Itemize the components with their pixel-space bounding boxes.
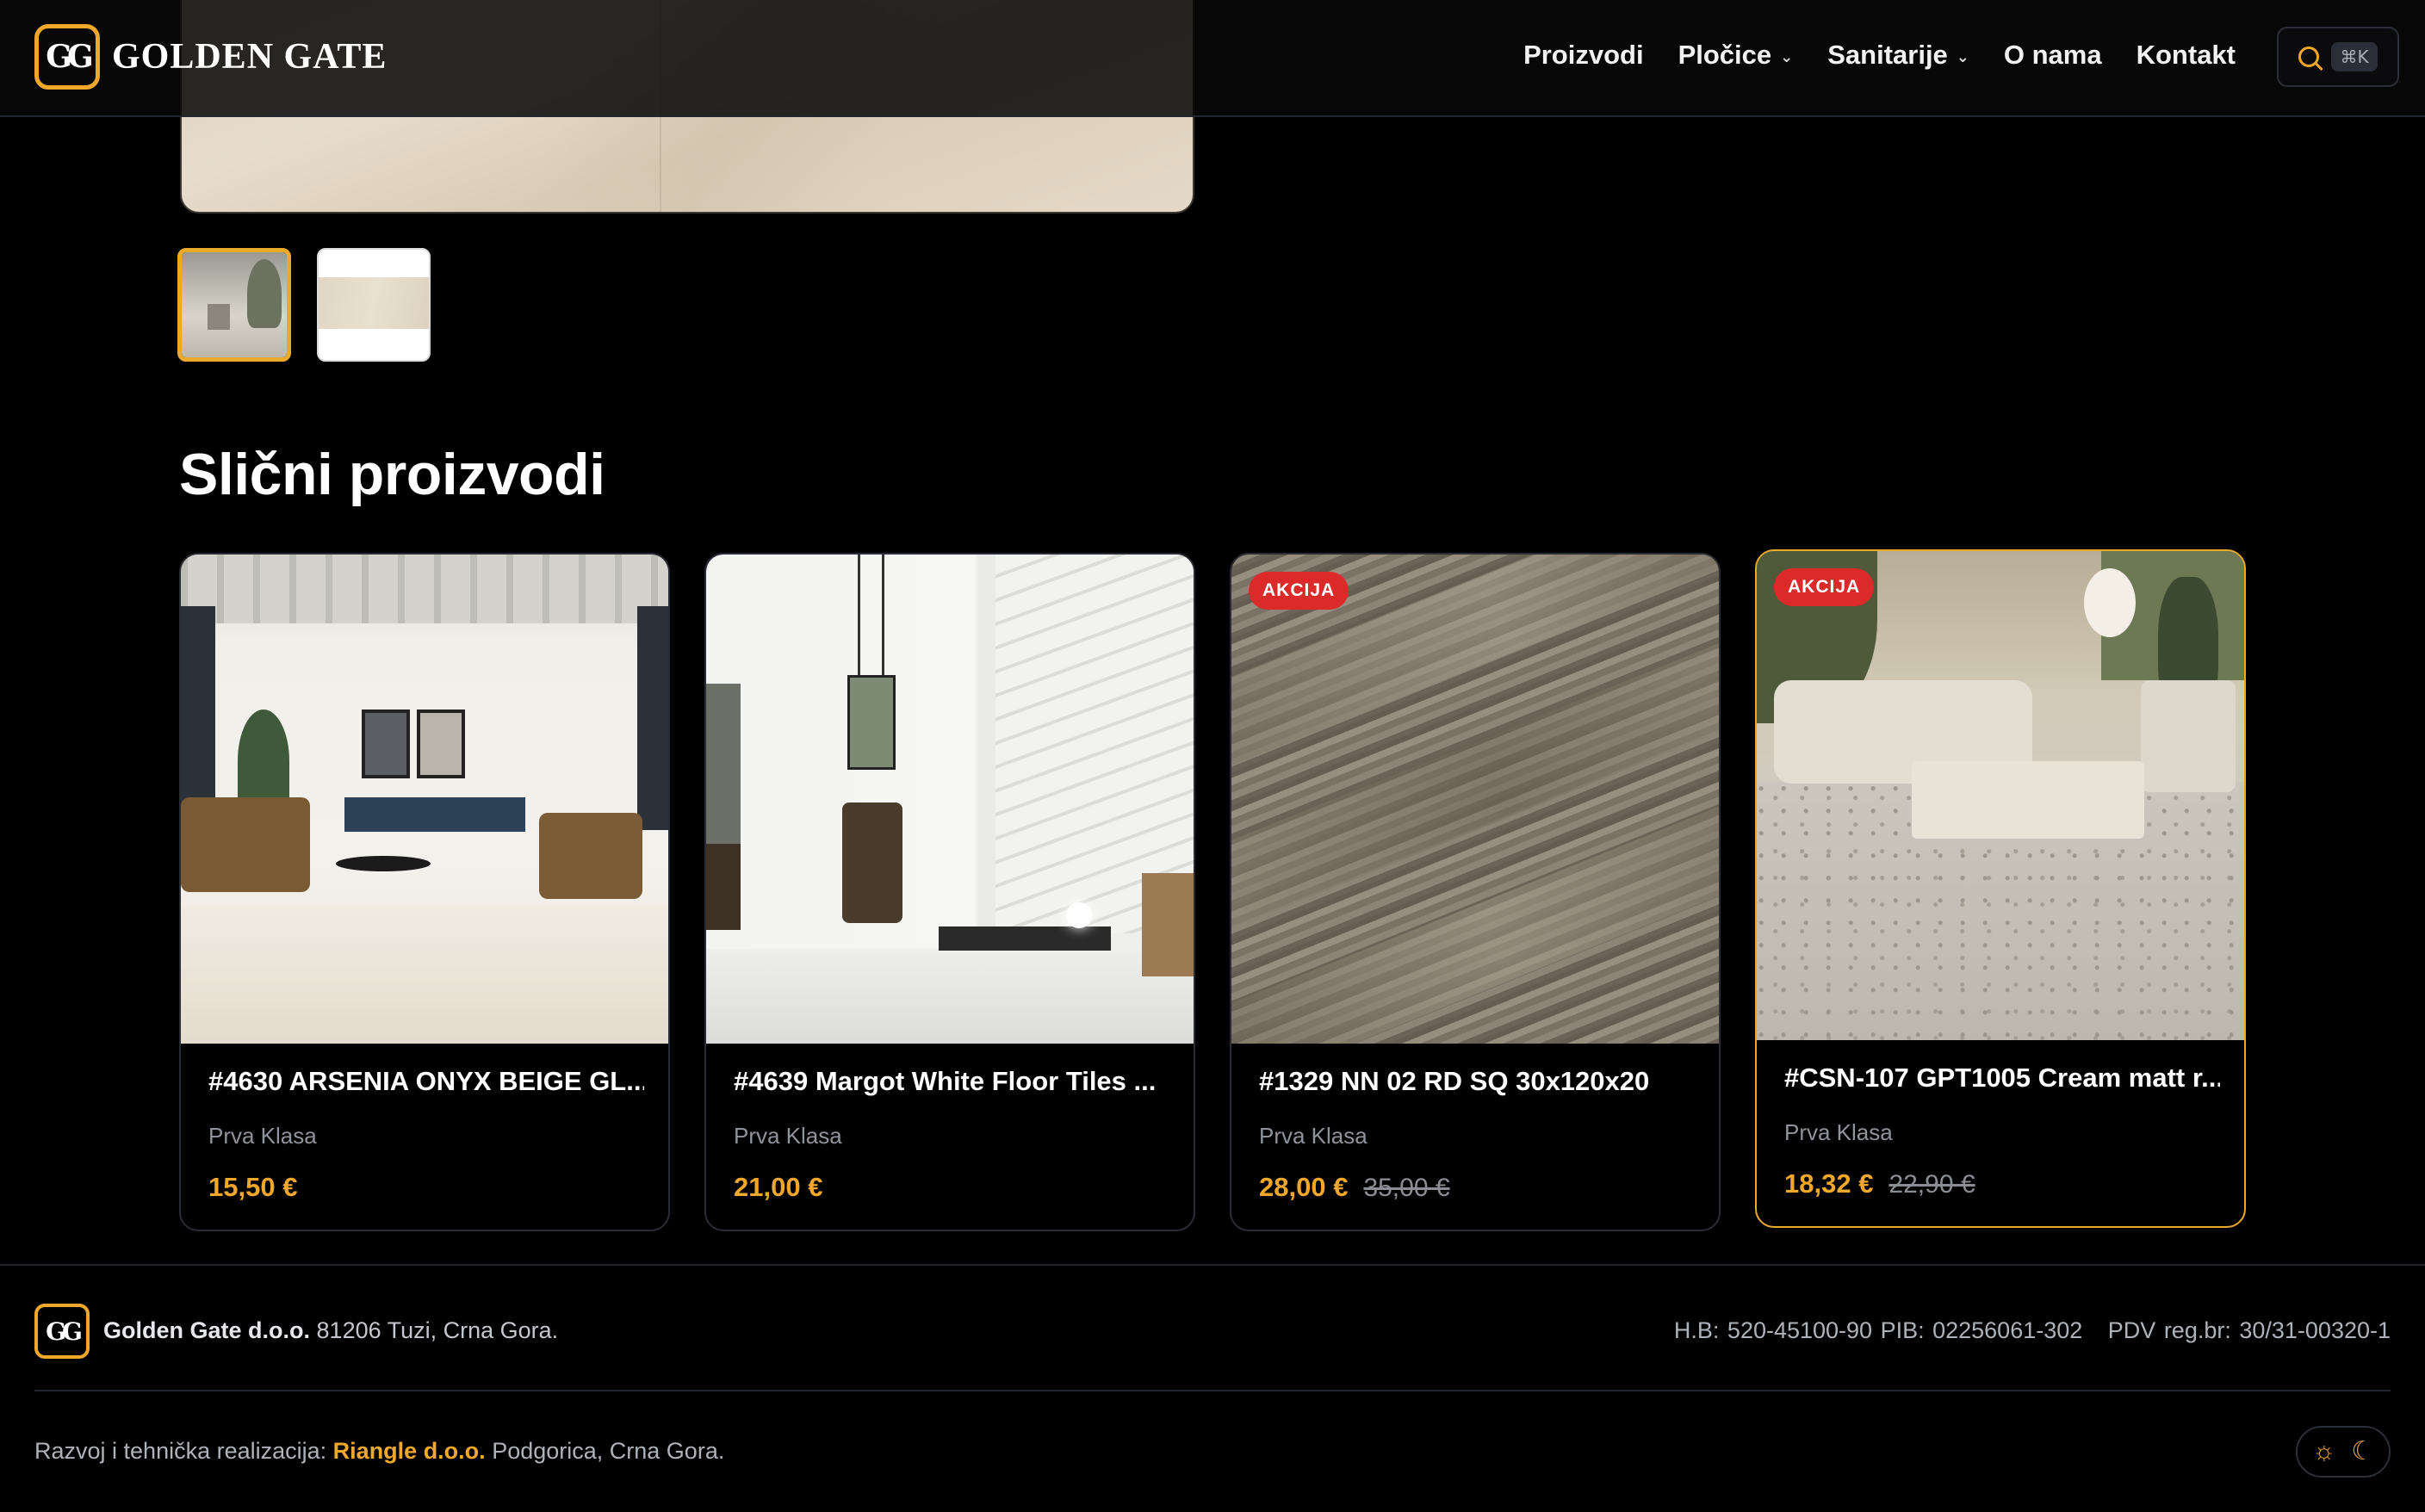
keyboard-shortcut-badge: ⌘K — [2331, 42, 2378, 71]
footer-logo-icon[interactable]: GG — [34, 1304, 90, 1359]
chevron-down-icon: ⌄ — [1956, 47, 1969, 65]
credit-suffix: Podgorica, Crna Gora. — [492, 1438, 725, 1464]
nav-sanitarije[interactable]: Sanitarije ⌄ — [1827, 40, 1969, 71]
moon-icon[interactable]: ☾ — [2351, 1439, 2374, 1465]
nav-label: Pločice — [1678, 40, 1772, 70]
product-price: 15,50 € — [208, 1172, 298, 1202]
product-image — [706, 555, 1194, 1044]
similar-products-title: Slični proizvodi — [179, 442, 605, 507]
credit-prefix: Razvoj i tehnička realizacija: — [34, 1438, 327, 1464]
product-price: 21,00 € — [734, 1172, 823, 1202]
product-name[interactable]: #4630 ARSENIA ONYX BEIGE GL... — [208, 1066, 644, 1097]
legal-pdv: PDV reg.br: 30/31-00320-1 — [2107, 1317, 2391, 1343]
footer-divider — [34, 1390, 2391, 1391]
product-class: Prva Klasa — [734, 1123, 842, 1149]
legal-hb-pib: H.B: 520-45100-90 PIB: 02256061-302 — [1673, 1317, 2083, 1343]
thumbnail-strip — [177, 248, 431, 362]
product-card[interactable]: AKCIJA #1329 NN 02 RD SQ 30x120x20 Prva … — [1230, 553, 1721, 1231]
main-nav: Proizvodi Pločice ⌄ Sanitarije ⌄ O nama Ko… — [1523, 0, 2236, 110]
search-button[interactable]: ⌘K — [2277, 27, 2399, 87]
product-class: Prva Klasa — [1784, 1119, 1893, 1145]
product-name[interactable]: #CSN-107 GPT1005 Cream matt r... — [1784, 1063, 2220, 1094]
nav-kontakt[interactable]: Kontakt — [2137, 40, 2236, 71]
company-info: Golden Gate d.o.o. 81206 Tuzi, Crna Gora… — [103, 1317, 558, 1344]
nav-proizvodi[interactable]: Proizvodi — [1523, 40, 1644, 71]
company-address: 81206 Tuzi, Crna Gora. — [316, 1317, 559, 1343]
thumbnail-image — [319, 277, 429, 329]
developer-credit: Razvoj i tehnička realizacija: Riangle d… — [34, 1438, 724, 1465]
product-image — [1757, 551, 2244, 1040]
product-class: Prva Klasa — [1259, 1123, 1368, 1149]
legal-info: H.B: 520-45100-90 PIB: 02256061-302 PDV … — [1657, 1317, 2391, 1344]
search-icon — [2298, 46, 2320, 67]
product-card[interactable]: #4639 Margot White Floor Tiles ... Prva … — [704, 553, 1195, 1231]
product-price: 18,32 € — [1784, 1168, 1874, 1199]
product-class: Prva Klasa — [208, 1123, 317, 1149]
nav-label: Proizvodi — [1523, 40, 1644, 70]
nav-o-nama[interactable]: O nama — [2004, 40, 2102, 71]
home-logo-link[interactable]: GG GOLDEN GATE — [34, 24, 387, 90]
chevron-down-icon: ⌄ — [1780, 47, 1794, 65]
footer-info-row: GG Golden Gate d.o.o. 81206 Tuzi, Crna G… — [0, 1264, 2425, 1391]
thumbnail-2[interactable] — [317, 248, 431, 362]
product-name[interactable]: #1329 NN 02 RD SQ 30x120x20 — [1259, 1066, 1695, 1097]
developer-link[interactable]: Riangle d.o.o. — [333, 1438, 486, 1464]
sun-icon[interactable]: ☼ — [2312, 1439, 2336, 1465]
product-image — [1231, 555, 1719, 1044]
thumbnail-1[interactable] — [177, 248, 291, 362]
brand-name: GOLDEN GATE — [112, 37, 388, 77]
nav-label: Sanitarije — [1827, 40, 1948, 70]
product-card[interactable]: #4630 ARSENIA ONYX BEIGE GL... Prva Klas… — [179, 553, 670, 1231]
product-name[interactable]: #4639 Margot White Floor Tiles ... — [734, 1066, 1169, 1097]
product-image — [181, 555, 668, 1044]
sale-badge: AKCIJA — [1249, 572, 1349, 610]
nav-plocice[interactable]: Pločice ⌄ — [1678, 40, 1794, 71]
company-name: Golden Gate d.o.o. — [103, 1317, 311, 1343]
product-price: 28,00 € — [1259, 1172, 1349, 1202]
product-old-price: 35,00 € — [1363, 1174, 1450, 1202]
nav-label: Kontakt — [2136, 40, 2236, 70]
product-card[interactable]: AKCIJA #CSN-107 GPT1005 Cream matt r... … — [1755, 549, 2246, 1228]
sale-badge: AKCIJA — [1774, 568, 1875, 606]
logo-icon: GG — [34, 24, 100, 90]
similar-products-grid: #4630 ARSENIA ONYX BEIGE GL... Prva Klas… — [179, 549, 2246, 1231]
nav-label: O nama — [2003, 40, 2102, 70]
theme-toggle[interactable]: ☼ ☾ — [2296, 1426, 2391, 1478]
thumbnail-image — [182, 252, 287, 357]
product-old-price: 22,90 € — [1889, 1170, 1975, 1199]
site-header: GG GOLDEN GATE Proizvodi Pločice ⌄ Sanita… — [0, 0, 2425, 117]
